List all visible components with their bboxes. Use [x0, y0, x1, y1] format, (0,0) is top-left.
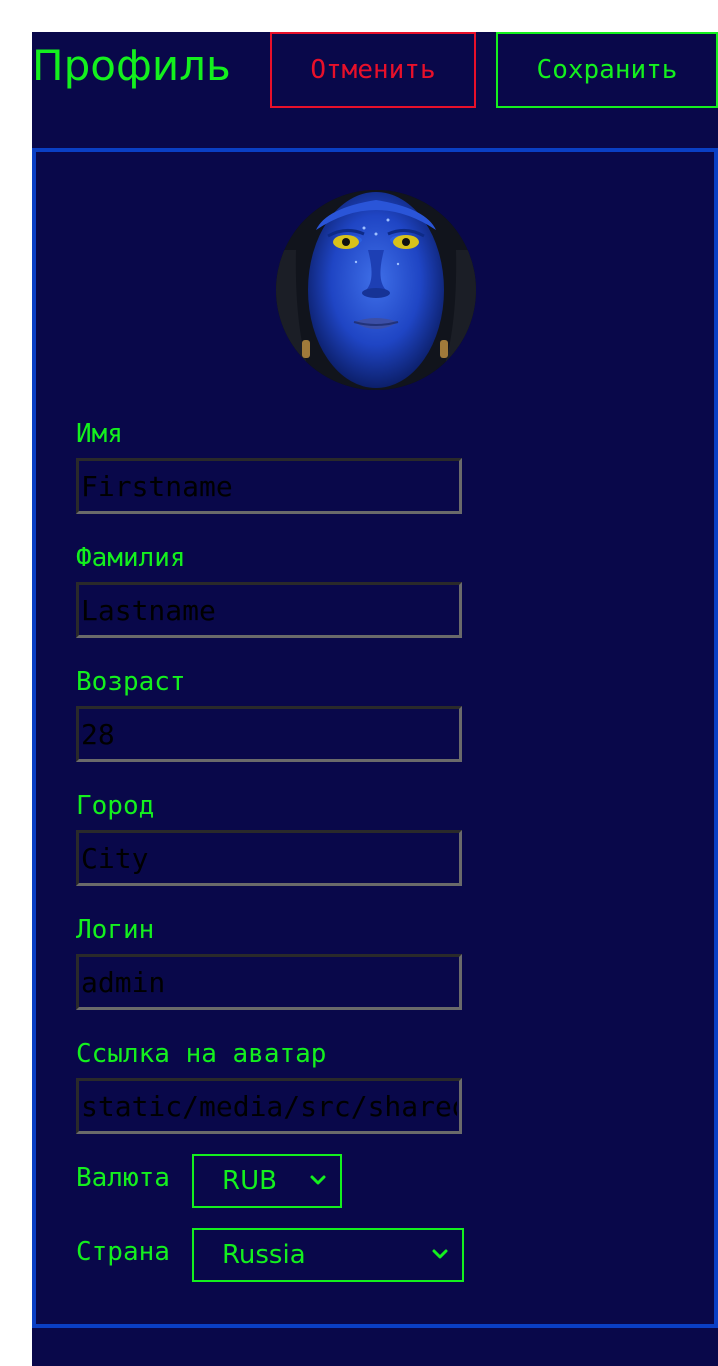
lastname-label: Фамилия [76, 543, 186, 573]
age-input[interactable] [76, 706, 462, 762]
avatar-url-input[interactable] [76, 1078, 462, 1134]
profile-card: Имя Фамилия Возраст Город Логин Ссылка н… [32, 148, 718, 1328]
chevron-down-icon [432, 1249, 448, 1259]
avatar-image [276, 190, 476, 390]
page-header: Профиль Отменить Сохранить [32, 32, 718, 108]
page-title: Профиль [32, 41, 231, 90]
country-select[interactable]: Russia [192, 1228, 464, 1282]
city-input[interactable] [76, 830, 462, 886]
currency-label: Валюта [76, 1163, 170, 1193]
avatar [276, 190, 476, 390]
username-input[interactable] [76, 954, 462, 1010]
country-label: Страна [76, 1237, 170, 1267]
currency-select[interactable]: RUB [192, 1154, 342, 1208]
cancel-button[interactable]: Отменить [270, 32, 476, 108]
save-button[interactable]: Сохранить [496, 32, 718, 108]
lastname-input[interactable] [76, 582, 462, 638]
age-label: Возраст [76, 667, 186, 697]
city-label: Город [76, 791, 155, 821]
username-label: Логин [76, 915, 155, 945]
firstname-input[interactable] [76, 458, 462, 514]
chevron-down-icon [310, 1175, 326, 1185]
country-select-value: Russia [222, 1240, 306, 1270]
profile-page: Профиль Отменить Сохранить Имя Firstname… [32, 32, 718, 1366]
firstname-label: Имя [76, 419, 123, 449]
currency-select-value: RUB [222, 1166, 277, 1196]
avatar-url-label: Ссылка на аватар [76, 1039, 327, 1069]
